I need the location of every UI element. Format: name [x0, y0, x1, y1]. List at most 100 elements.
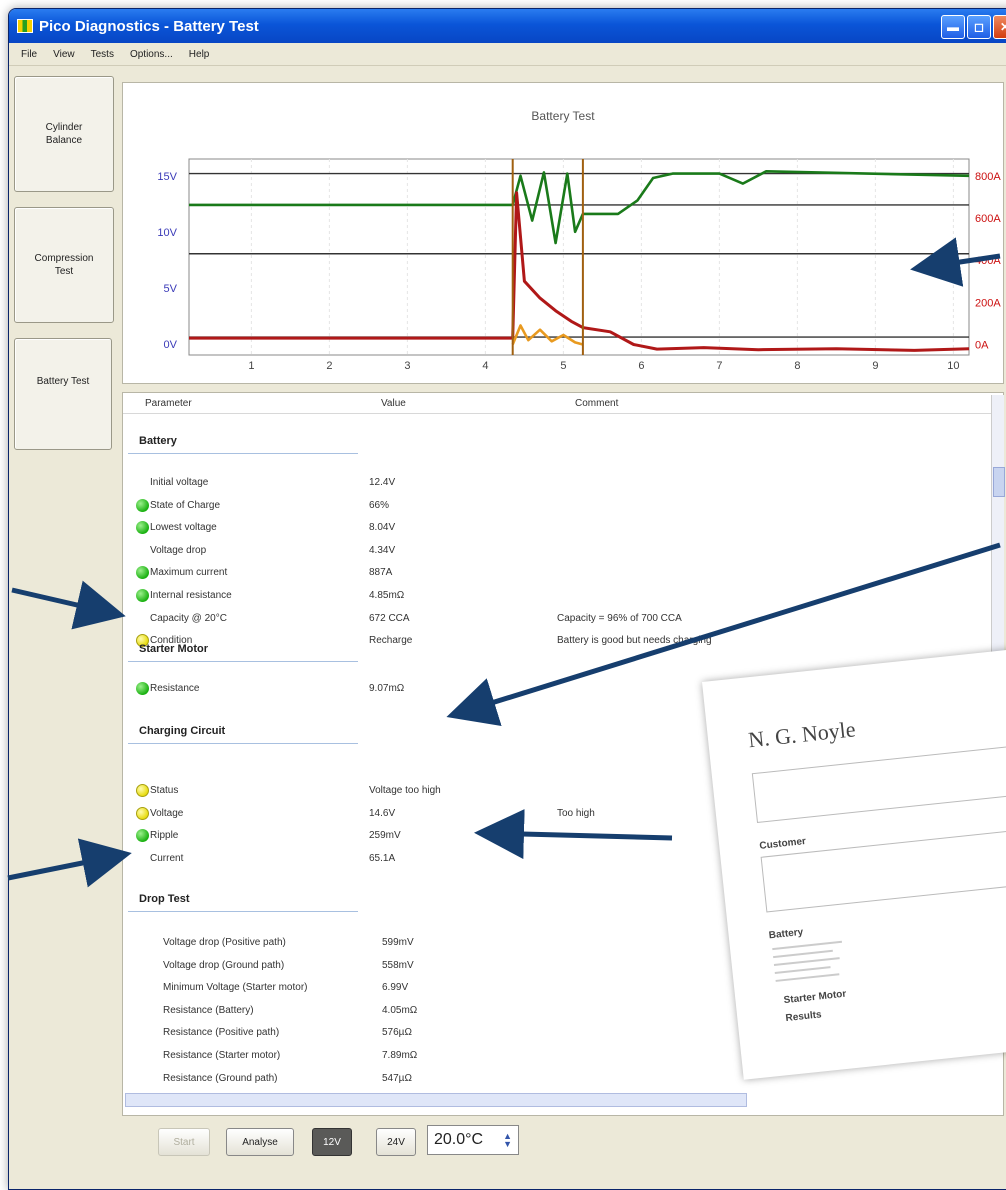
- parameter-comment: Battery is good but needs charging: [557, 635, 712, 647]
- section-divider: [128, 453, 358, 454]
- section-divider: [128, 911, 358, 912]
- 12v-toggle[interactable]: 12V: [312, 1128, 352, 1156]
- parameter-value: 558mV: [382, 959, 414, 971]
- status-ok-icon: [136, 521, 149, 535]
- result-row: Maximum current 887A: [123, 563, 983, 584]
- y-right-tick-label: 600A: [975, 213, 1001, 225]
- menu-options[interactable]: Options...: [130, 49, 173, 60]
- result-row: State of Charge 66%: [123, 496, 983, 517]
- report-text-line: [773, 949, 833, 959]
- maximize-icon[interactable]: ◻: [967, 15, 991, 39]
- parameter-value: 8.04V: [369, 522, 396, 534]
- x-tick-label: 2: [326, 360, 332, 372]
- window-title: Pico Diagnostics - Battery Test: [39, 17, 259, 35]
- status-warning-icon: [136, 784, 149, 797]
- x-tick-label: 7: [716, 360, 722, 372]
- compression-test-button[interactable]: Compression Test: [14, 207, 114, 323]
- parameter-value: 259mV: [369, 830, 401, 842]
- parameter-name: Initial voltage: [150, 477, 209, 488]
- comment-column-header[interactable]: Comment: [575, 398, 618, 409]
- spinner-icon[interactable]: ▲ ▼: [503, 1132, 512, 1149]
- section-heading-starter: Starter Motor: [139, 643, 209, 655]
- parameter-value: 576µΩ: [382, 1027, 412, 1039]
- menu-help[interactable]: Help: [189, 49, 210, 60]
- result-row: Initial voltage 12.4V: [123, 473, 983, 494]
- parameter-value: Voltage too high: [369, 785, 441, 796]
- start-button[interactable]: Start: [158, 1128, 210, 1156]
- result-row: Resistance (Ground path) 547µΩ: [123, 1069, 983, 1090]
- parameter-comment: Capacity = 96% of 700 CCA: [557, 612, 682, 624]
- parameter-name: Resistance (Battery): [163, 1004, 254, 1016]
- parameter-value: 14.6V: [369, 807, 396, 819]
- parameter-value: 4.34V: [369, 544, 396, 556]
- report-title: N. G. Noyle: [747, 716, 857, 753]
- parameter-name: Internal resistance: [150, 590, 232, 601]
- status-ok-icon: [136, 589, 149, 602]
- cylinder-balance-button[interactable]: Cylinder Balance: [14, 76, 114, 192]
- parameter-value: Recharge: [369, 635, 413, 647]
- y-left-tick-label: 0V: [164, 339, 178, 351]
- parameter-name: Ripple: [150, 830, 179, 842]
- menu-view[interactable]: View: [53, 49, 75, 60]
- window-controls: ▬ ◻ ✕: [939, 15, 1006, 39]
- x-tick-label: 3: [404, 360, 410, 372]
- 24v-toggle[interactable]: 24V: [376, 1128, 416, 1156]
- parameter-comment: Too high: [557, 807, 595, 819]
- app-logo-icon: [17, 19, 33, 33]
- results-header: Parameter Value Comment: [123, 393, 993, 414]
- menu-tests[interactable]: Tests: [91, 49, 114, 60]
- parameter-column-header[interactable]: Parameter: [145, 398, 192, 409]
- horizontal-scrollbar[interactable]: [125, 1093, 747, 1107]
- result-row: Voltage drop 4.34V: [123, 541, 983, 562]
- parameter-value: 65.1A: [369, 852, 396, 864]
- y-right-tick-label: 0A: [975, 339, 989, 351]
- close-icon[interactable]: ✕: [993, 15, 1006, 39]
- status-ok-icon: [136, 682, 149, 695]
- parameter-name: Resistance (Starter motor): [163, 1050, 281, 1061]
- section-heading-charging: Charging Circuit: [139, 725, 226, 737]
- parameter-name: Voltage drop: [150, 544, 207, 556]
- title-bar: Pico Diagnostics - Battery Test ▬ ◻ ✕: [9, 9, 1006, 43]
- parameter-value: 7.89mΩ: [382, 1050, 418, 1061]
- analyse-button[interactable]: Analyse: [226, 1128, 294, 1156]
- parameter-value: 12.4V: [369, 477, 396, 488]
- battery-test-button[interactable]: Battery Test: [14, 338, 112, 450]
- result-row: Internal resistance 4.85mΩ: [123, 586, 983, 607]
- minimize-icon[interactable]: ▬: [941, 15, 965, 39]
- battery-test-chart: 1 2 3 4 5 6 7 8 9 10 0V 5V 10V 15V 0A 200A 400A 600A 800A: [157, 158, 1001, 372]
- report-results-heading: Results: [785, 1009, 823, 1025]
- test-sidebar: Cylinder Balance Compression Test Batter…: [14, 76, 114, 465]
- y-left-tick-label: 5V: [164, 283, 178, 295]
- x-tick-label: 10: [947, 360, 959, 372]
- y-left-tick-label: 15V: [157, 171, 177, 183]
- parameter-name: Maximum current: [150, 567, 228, 579]
- report-battery-heading: Battery: [768, 926, 804, 942]
- x-tick-label: 8: [794, 360, 800, 372]
- section-divider: [128, 661, 358, 662]
- report-text-line: [774, 966, 831, 974]
- menu-bar: File View Tests Options... Help: [9, 43, 1006, 66]
- parameter-value: 66%: [369, 499, 390, 511]
- value-column-header[interactable]: Value: [381, 398, 406, 409]
- parameter-value: 4.05mΩ: [382, 1004, 418, 1016]
- parameter-name: Lowest voltage: [150, 522, 217, 534]
- parameter-value: 4.85mΩ: [369, 590, 405, 601]
- x-tick-label: 6: [638, 360, 644, 372]
- report-starter-heading: Starter Motor: [783, 988, 847, 1007]
- bottom-toolbar: Start Analyse 12V 24V 20.0°C ▲ ▼: [122, 1122, 822, 1162]
- scrollbar-thumb[interactable]: [993, 467, 1005, 497]
- status-warning-icon: [136, 806, 149, 820]
- parameter-name: Current: [150, 852, 184, 864]
- parameter-name: Voltage drop (Ground path): [163, 959, 285, 971]
- result-row: Lowest voltage 8.04V: [123, 518, 983, 539]
- y-right-tick-label: 200A: [975, 297, 1001, 309]
- x-tick-label: 5: [560, 360, 566, 372]
- printed-report-preview: N. G. Noyle Customer Battery Starter Mot…: [702, 642, 1006, 1080]
- parameter-name: Voltage drop (Positive path): [163, 937, 286, 948]
- parameter-name: Status: [150, 785, 179, 796]
- menu-file[interactable]: File: [21, 49, 37, 60]
- chart-title: Battery Test: [531, 109, 595, 123]
- temperature-input[interactable]: 20.0°C ▲ ▼: [427, 1125, 519, 1155]
- x-tick-label: 9: [872, 360, 878, 372]
- parameter-value: 672 CCA: [369, 612, 410, 624]
